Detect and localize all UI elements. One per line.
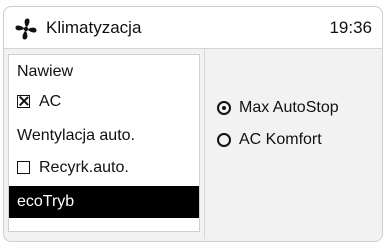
menu-item-recyrk-auto[interactable]: Recyrk.auto.	[9, 153, 199, 183]
radio-unselected-icon[interactable]	[217, 133, 231, 147]
ac-checkbox[interactable]	[17, 95, 30, 108]
menu-item-label: Wentylacja auto.	[17, 127, 135, 144]
option-label: AC Komfort	[239, 131, 322, 148]
radio-selected-icon[interactable]	[217, 101, 231, 115]
fan-icon	[15, 18, 37, 40]
menu-item-label: Recyrk.auto.	[39, 159, 129, 176]
display-frame: Klimatyzacja 19:36 Nawiew AC Wentylacja …	[3, 6, 383, 242]
menu-item-ecotryb[interactable]: ecoTryb	[9, 186, 199, 218]
menu-item-nawiew[interactable]: Nawiew	[9, 57, 199, 87]
menu-item-wentylacja-auto[interactable]: Wentylacja auto.	[9, 121, 199, 151]
header-bar: Klimatyzacja 19:36	[4, 7, 382, 49]
menu-item-label: Nawiew	[17, 63, 74, 80]
screen-title: Klimatyzacja	[46, 18, 142, 37]
eco-mode-options: Max AutoStop AC Komfort	[204, 49, 382, 239]
menu-item-ac[interactable]: AC	[9, 87, 199, 117]
clock-time: 19:36	[329, 18, 372, 37]
menu-item-label: ecoTryb	[17, 193, 75, 210]
menu-item-label: AC	[39, 93, 62, 110]
climate-menu: Nawiew AC Wentylacja auto. Recyrk.auto. …	[8, 54, 200, 232]
option-label: Max AutoStop	[239, 99, 339, 116]
recirculation-checkbox[interactable]	[17, 161, 30, 174]
